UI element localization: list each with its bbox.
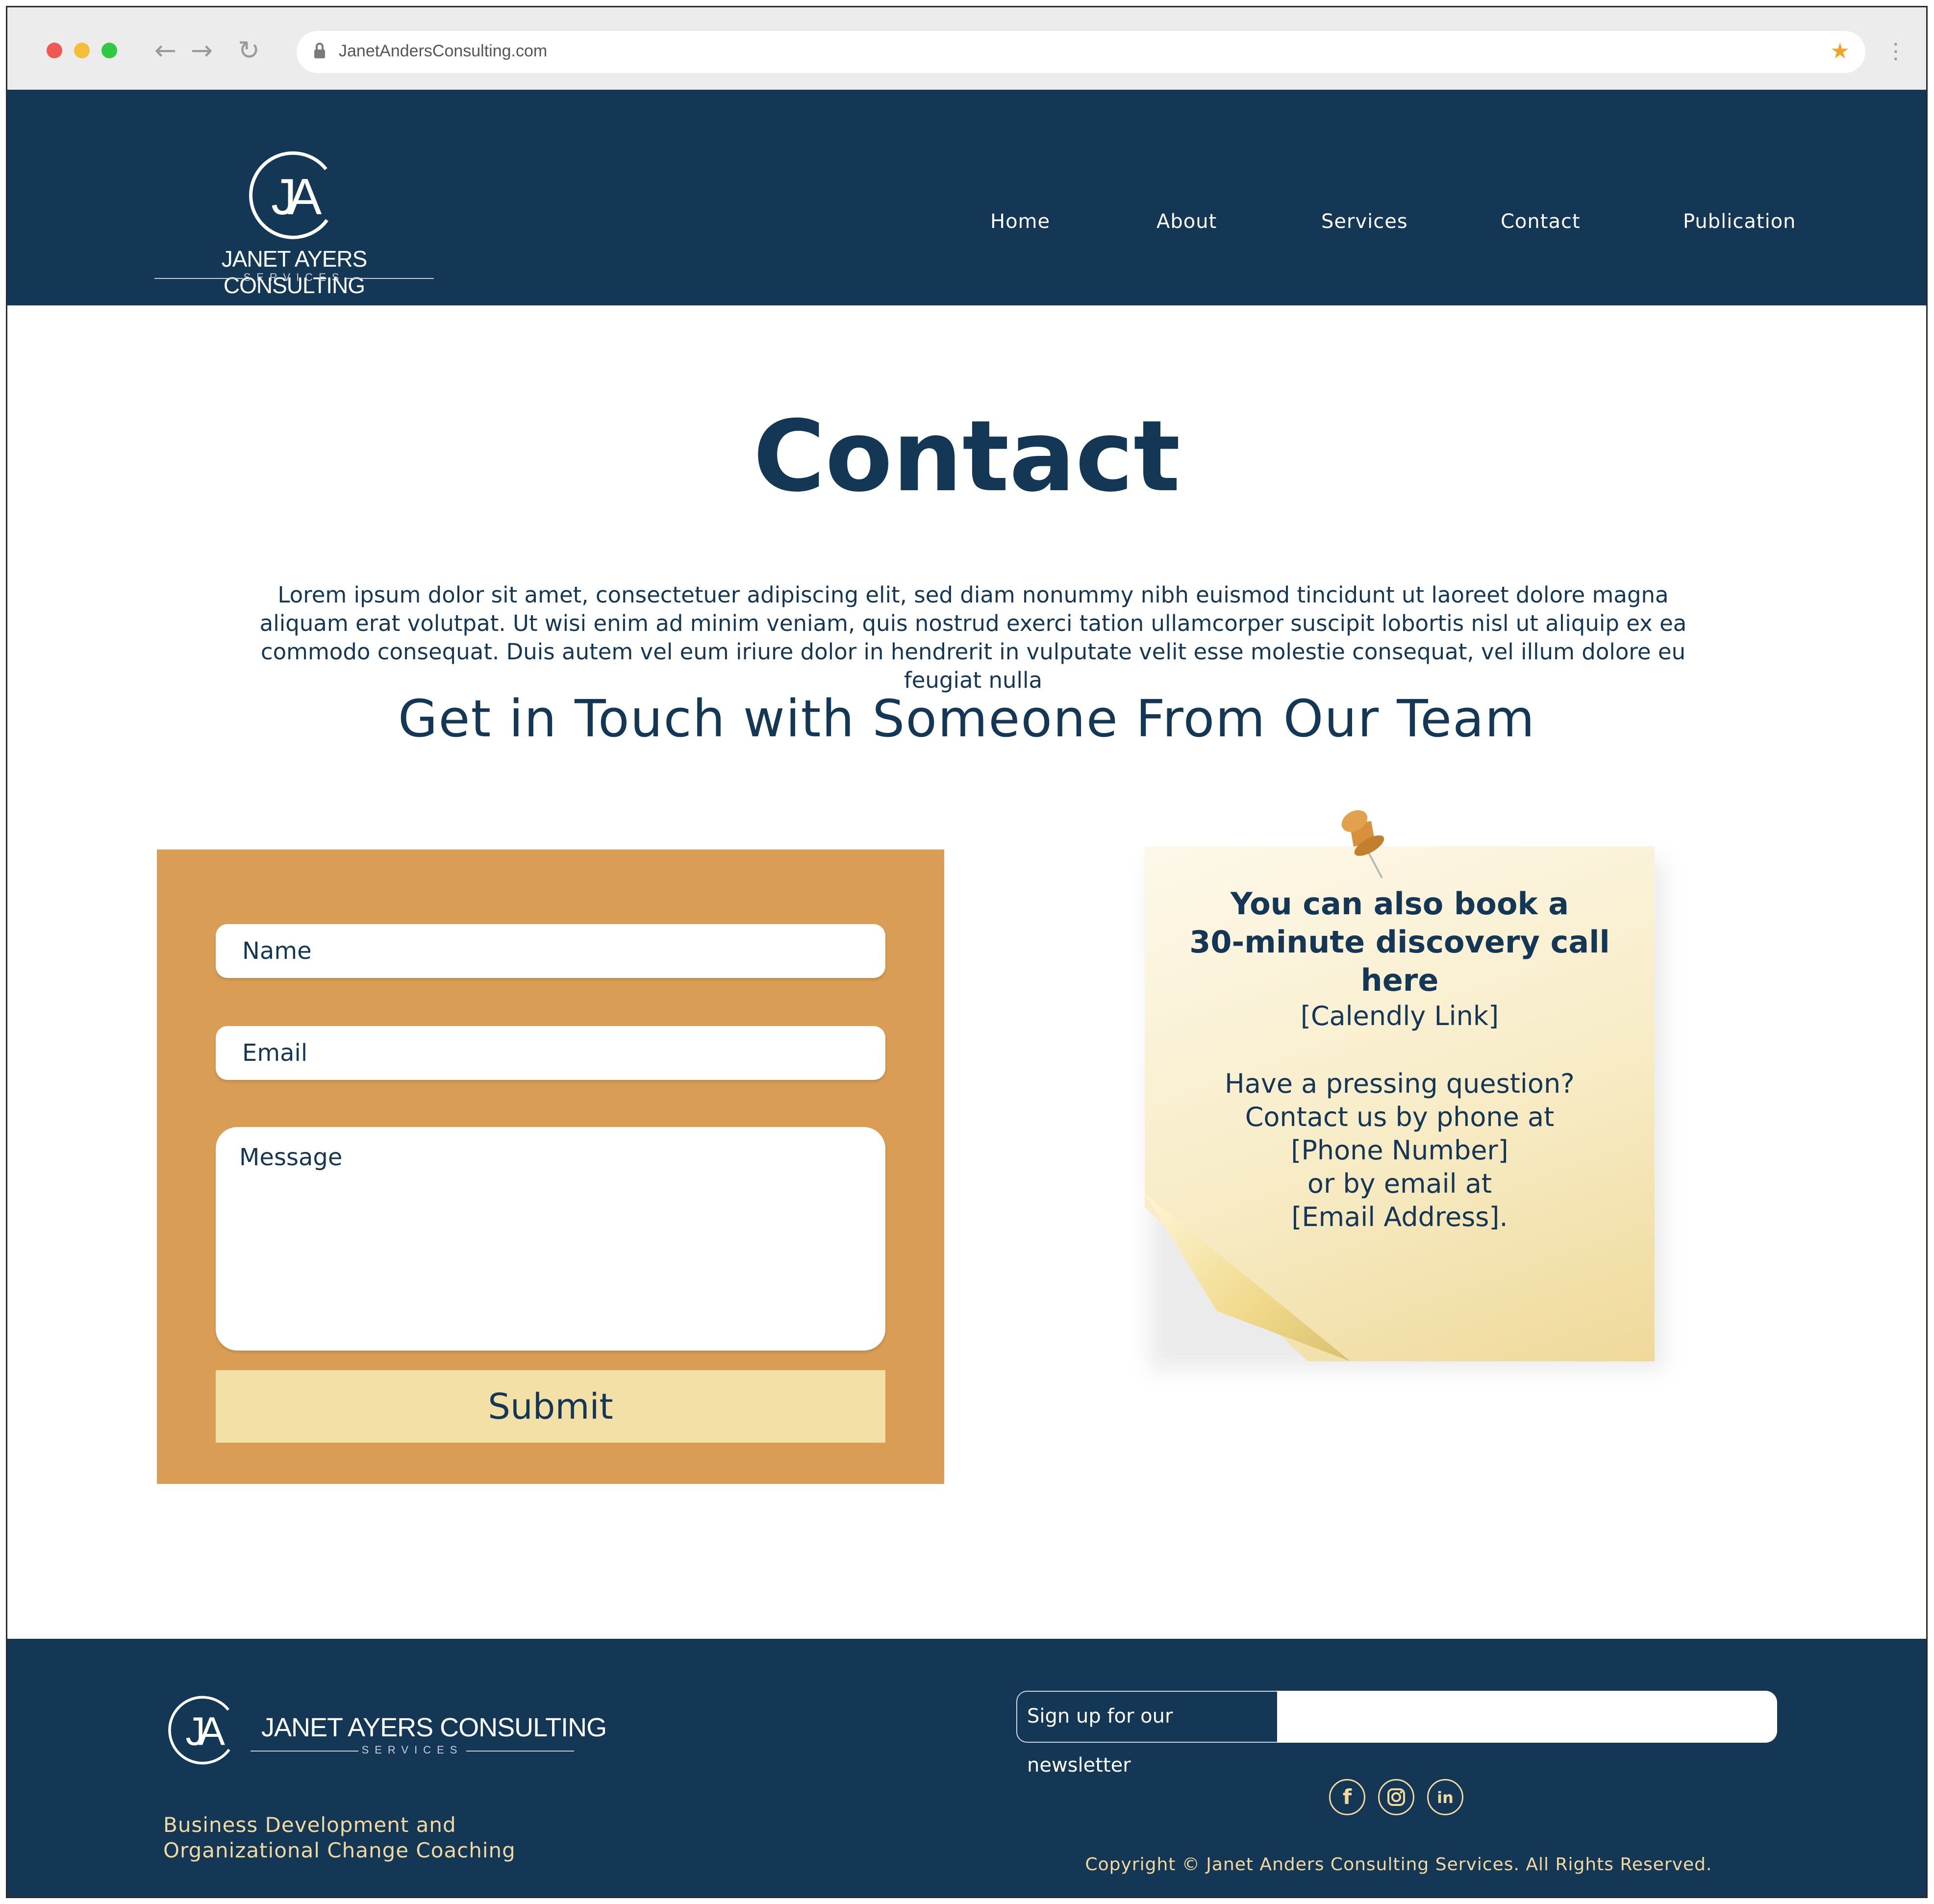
brand-subtitle: SERVICES [154, 271, 434, 286]
email-address-text: [Email Address]. [1291, 1202, 1508, 1232]
footer-brand-subtitle: SERVICES [251, 1744, 574, 1758]
newsletter-label: Sign up for our newsletter [1016, 1691, 1281, 1777]
footer-tagline: Business Development and Organizational … [163, 1813, 516, 1862]
facebook-icon[interactable]: f [1329, 1779, 1365, 1815]
svg-text:in: in [1437, 1788, 1454, 1807]
name-input[interactable] [216, 924, 885, 978]
name-field-wrapper [216, 924, 885, 978]
svg-text:A: A [199, 1709, 226, 1754]
email-field-wrapper [216, 1026, 885, 1080]
message-field-wrapper [216, 1127, 885, 1351]
back-icon[interactable]: ← [154, 36, 176, 65]
copyright-text: Copyright © Janet Anders Consulting Serv… [1085, 1854, 1712, 1875]
newsletter-email-input[interactable] [1277, 1691, 1777, 1743]
minimize-window-button[interactable] [74, 43, 90, 58]
logo-icon[interactable]: J A [243, 149, 337, 243]
section-subtitle: Get in Touch with Someone From Our Team [398, 689, 1536, 749]
instagram-icon[interactable] [1378, 1779, 1414, 1815]
browser-window: ← → ↻ JanetAndersConsulting.com ★ ⋮ J A … [6, 6, 1928, 1898]
bookmark-star-icon[interactable]: ★ [1831, 39, 1850, 64]
nav-contact[interactable]: Contact [1501, 210, 1581, 233]
svg-text:f: f [1343, 1785, 1352, 1809]
calendly-here-link[interactable]: here [1169, 961, 1630, 1000]
address-bar[interactable]: JanetAndersConsulting.com ★ [297, 31, 1865, 73]
message-textarea[interactable] [216, 1127, 885, 1351]
url-text: JanetAndersConsulting.com [339, 42, 548, 60]
close-window-button[interactable] [47, 43, 62, 58]
pushpin-icon [1341, 810, 1384, 878]
reload-icon[interactable]: ↻ [238, 36, 260, 65]
footer-logo-icon[interactable]: J A [163, 1694, 237, 1767]
nav-publication[interactable]: Publication [1683, 210, 1796, 233]
email-input[interactable] [216, 1026, 885, 1080]
note-heading: You can also book a 30-minute discovery … [1169, 885, 1630, 1000]
submit-button[interactable]: Submit [216, 1370, 885, 1443]
browser-menu-icon[interactable]: ⋮ [1885, 41, 1907, 62]
lock-icon [314, 43, 325, 59]
svg-text:A: A [288, 169, 322, 225]
phone-number-text: [Phone Number] [1291, 1135, 1508, 1166]
forward-icon[interactable]: → [191, 36, 213, 65]
note-contact-text: Have a pressing question? Contact us by … [1169, 1067, 1630, 1234]
linkedin-icon[interactable]: in [1427, 1779, 1463, 1815]
intro-paragraph: Lorem ipsum dolor sit amet, consectetuer… [259, 582, 1687, 693]
browser-toolbar: ← → ↻ JanetAndersConsulting.com ★ ⋮ [7, 7, 1926, 90]
page-title: Contact [753, 400, 1180, 514]
nav-about[interactable]: About [1156, 210, 1217, 233]
footer-brand-name: JANET AYERS CONSULTING [261, 1713, 607, 1742]
site-footer: J A JANET AYERS CONSULTING SERVICES Busi… [7, 1639, 1926, 1897]
site-header: J A JANET AYERS CONSULTING SERVICES Home… [7, 90, 1926, 305]
maximize-window-button[interactable] [101, 43, 117, 58]
contact-form: Submit [157, 850, 944, 1484]
nav-home[interactable]: Home [990, 210, 1050, 233]
calendly-link[interactable]: [Calendly Link] [1169, 1000, 1630, 1033]
nav-services[interactable]: Services [1321, 210, 1408, 233]
